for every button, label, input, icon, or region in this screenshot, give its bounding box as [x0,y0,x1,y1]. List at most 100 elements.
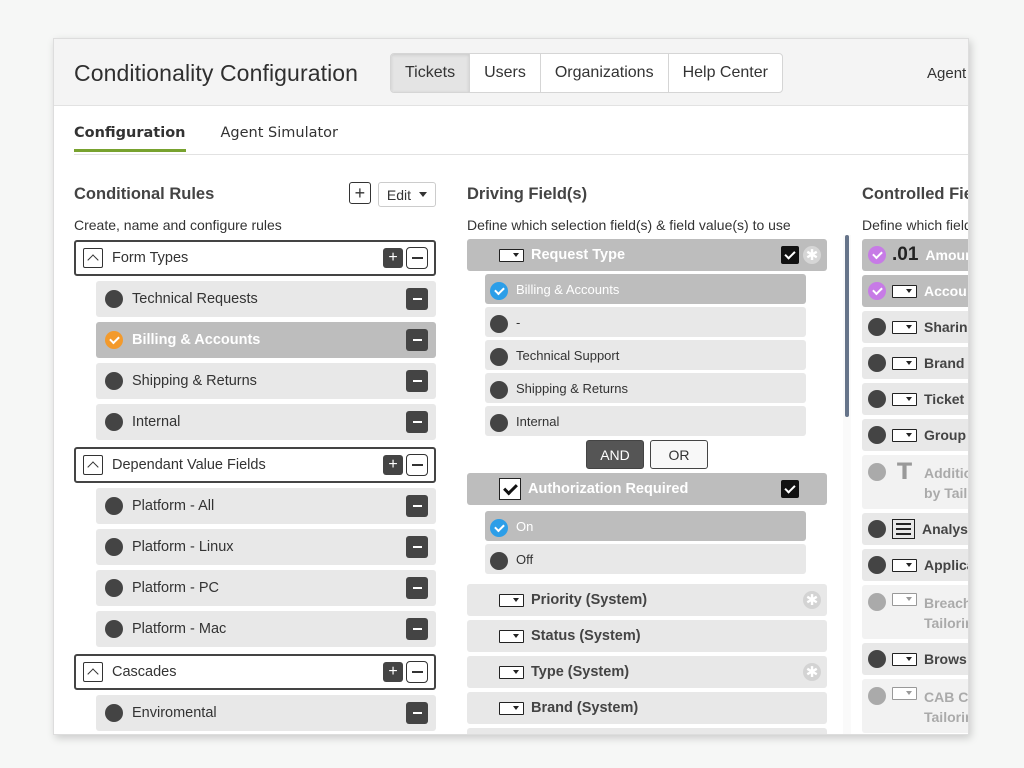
nav-tab-organizations[interactable]: Organizations [541,54,669,92]
controlled-field-item[interactable]: Ticket [862,383,968,415]
dropdown-field-icon [892,687,917,700]
star-icon[interactable]: ✱ [803,246,821,264]
add-rule-to-group-button[interactable]: + [383,248,403,268]
unselected-dot-icon [868,426,886,444]
remove-rule-button[interactable] [406,577,428,599]
checkbox-field-icon [499,478,521,500]
collapse-button[interactable] [83,662,103,682]
rule-item[interactable]: Internal [96,404,436,440]
controlled-field-item[interactable]: CAB C Tailorir [862,679,968,733]
dropdown-field-icon [499,701,524,715]
rule-item[interactable]: Platform - Mac [96,611,436,647]
field-header-request-type[interactable]: Request Type ✱ [467,239,827,271]
value-label: Off [516,551,534,567]
remove-rule-button[interactable] [406,618,428,640]
field-enabled-checkbox[interactable] [781,246,799,264]
edit-label: Edit [386,186,411,203]
rule-item[interactable]: Shipping & Returns [96,363,436,399]
remove-group-button[interactable] [406,661,428,683]
field-value-item[interactable]: On [485,511,806,541]
unselected-dot-icon [105,579,123,597]
and-button[interactable]: AND [586,440,644,469]
rule-item[interactable]: Technical Requests [96,281,436,317]
rule-label: Billing & Accounts [132,332,261,348]
tab-configuration[interactable]: Configuration [74,125,186,152]
controlled-field-item[interactable]: Breach Tailorir [862,585,969,639]
agent-link[interactable]: Agent [927,65,966,82]
star-icon[interactable]: ✱ [803,663,821,681]
field-header[interactable]: Status (System) [467,620,827,652]
rule-item[interactable]: Platform - Linux [96,529,436,565]
conditional-rules-subtitle: Create, name and configure rules [74,217,282,233]
remove-rule-button[interactable] [406,370,428,392]
field-header[interactable]: Brand (System) [467,692,827,724]
unselected-dot-icon [105,620,123,638]
controlled-field-item[interactable]: Group [862,419,968,451]
field-value-item[interactable]: Off [485,544,806,574]
controlled-field-item[interactable]: Analys [862,513,968,545]
controlled-field-item[interactable]: Applica [862,549,968,581]
add-rule-button[interactable]: + [348,182,371,204]
value-label: Internal [516,413,560,429]
nav-tab-tickets[interactable]: Tickets [391,54,471,92]
add-rule-to-group-button[interactable]: + [383,455,403,475]
rule-item[interactable]: Platform - All [96,488,436,524]
field-value-item[interactable]: Internal [485,406,806,436]
remove-group-button[interactable] [406,454,428,476]
field-value-item[interactable]: Shipping & Returns [485,373,806,403]
unselected-dot-icon [868,650,886,668]
unselected-dot-icon [105,372,123,390]
field-header[interactable] [467,728,827,734]
unselected-dot-icon [105,413,123,431]
rule-item[interactable]: Enviromental [96,695,436,731]
subtabs: Configuration Agent Simulator [74,125,373,152]
controlled-field-item[interactable]: Sharin [862,311,968,343]
field-header[interactable]: Priority (System) ✱ [467,584,827,616]
add-rule-to-group-button[interactable]: + [383,662,403,682]
field-enabled-checkbox[interactable] [781,480,799,498]
nav-tab-help-center[interactable]: Help Center [669,54,782,92]
edit-dropdown[interactable]: Edit [377,182,436,207]
check-circle-icon [490,519,508,537]
unselected-dot-icon [105,290,123,308]
check-circle-icon [490,282,508,300]
minus-icon [412,421,422,423]
collapse-button[interactable] [83,248,103,268]
controlled-fields-panel: Controlled Fie Define which field .01 Amo… [862,185,969,733]
star-icon[interactable]: ✱ [803,591,821,609]
tab-agent-simulator[interactable]: Agent Simulator [221,125,339,152]
controlled-field-item[interactable]: Brows [862,643,968,675]
field-value-item[interactable]: Billing & Accounts [485,274,806,304]
or-button[interactable]: OR [650,440,708,469]
remove-rule-button[interactable] [406,329,428,351]
remove-rule-button[interactable] [406,495,428,517]
value-label: Shipping & Returns [516,380,629,396]
field-value-item[interactable]: Technical Support [485,340,806,370]
rule-group-header: Form Types + [74,240,436,276]
field-label-line2: Tailorir [924,615,969,632]
controlled-field-item[interactable]: .01 Amour [862,239,968,271]
controlled-field-item[interactable]: Accou [862,275,968,307]
remove-group-button[interactable] [406,247,428,269]
remove-rule-button[interactable] [406,702,428,724]
driving-fields-title: Driving Field(s) [467,185,588,203]
field-label: Group [924,426,966,443]
scrollbar-thumb[interactable] [845,235,849,417]
controlled-field-item[interactable]: Brand [862,347,968,379]
multiline-field-icon [892,519,915,539]
remove-rule-button[interactable] [406,536,428,558]
value-label: - [516,314,521,330]
field-header[interactable]: Type (System) ✱ [467,656,827,688]
controlled-field-item[interactable]: T Additio by Tail [862,455,968,509]
collapse-button[interactable] [83,455,103,475]
field-header-authorization-required[interactable]: Authorization Required [467,473,827,505]
field-value-item[interactable]: - [485,307,806,337]
rule-group: Cascades + Enviromental [74,654,436,731]
unselected-dot-icon [490,348,508,366]
nav-tab-users[interactable]: Users [470,54,541,92]
rule-item[interactable]: Billing & Accounts [96,322,436,358]
remove-rule-button[interactable] [406,288,428,310]
app-window: Conditionality Configuration Tickets Use… [53,38,969,735]
rule-item[interactable]: Platform - PC [96,570,436,606]
remove-rule-button[interactable] [406,411,428,433]
